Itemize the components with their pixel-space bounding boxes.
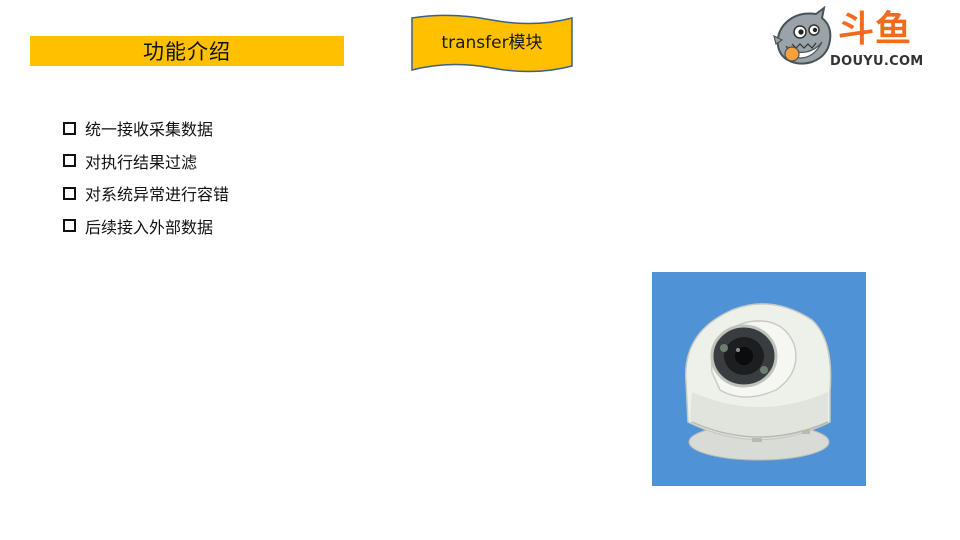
slide: 功能介绍 transfer模块 斗鱼 DOUYU.COM 统一接收采集数据 对执…: [0, 0, 960, 540]
list-item: 统一接收采集数据: [63, 112, 229, 145]
page-title: 功能介绍: [143, 40, 231, 64]
module-tag-label: transfer模块: [441, 33, 543, 53]
logo-text-en: DOUYU.COM: [830, 54, 924, 69]
checkbox-icon: [63, 219, 76, 233]
list-item: 对系统异常进行容错: [63, 177, 229, 210]
list-item-label: 后续接入外部数据: [85, 217, 214, 237]
list-item-label: 对执行结果过滤: [85, 152, 198, 172]
checkbox-icon: [63, 121, 76, 135]
douyu-logo: 斗鱼 DOUYU.COM: [772, 5, 932, 74]
checkbox-icon: [63, 186, 76, 200]
camera-illustration: [684, 303, 832, 461]
logo-text-cn: 斗鱼: [838, 9, 913, 50]
shark-mascot-icon: [773, 5, 832, 65]
module-tag: transfer模块: [410, 14, 574, 76]
list-item: 对执行结果过滤: [63, 145, 229, 178]
feature-list: 统一接收采集数据 对执行结果过滤 对系统异常进行容错 后续接入外部数据: [63, 112, 229, 242]
list-item-label: 对系统异常进行容错: [85, 185, 230, 205]
checkbox-icon: [63, 154, 76, 168]
list-item: 后续接入外部数据: [63, 210, 229, 243]
title-bar: 功能介绍: [30, 36, 344, 66]
dome-camera-image: [652, 272, 866, 486]
list-item-label: 统一接收采集数据: [85, 120, 214, 140]
